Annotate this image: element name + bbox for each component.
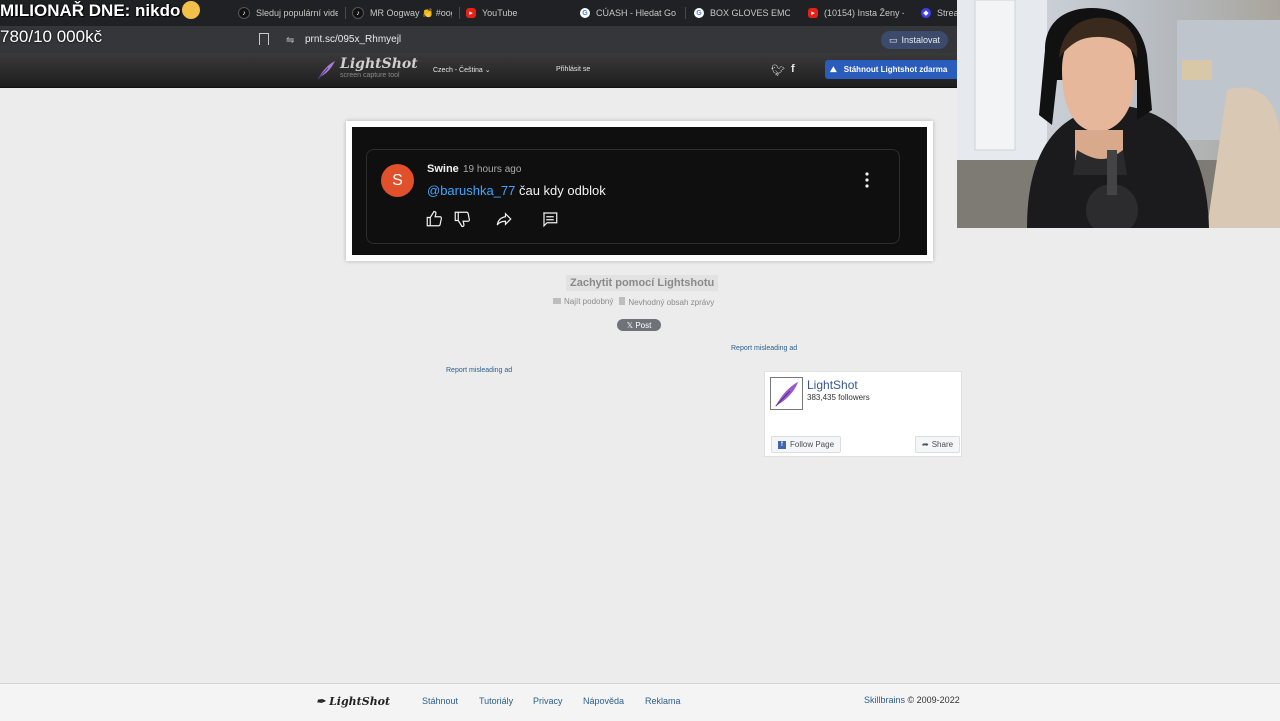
relieved-emoji-icon — [182, 1, 201, 19]
follow-page-button[interactable]: f Follow Page — [771, 436, 842, 453]
tab-tiktok-popular[interactable]: ♪ Sleduj populární videa — [238, 0, 338, 26]
youtube-icon: ▸ — [808, 8, 818, 18]
comment-time: 19 hours ago — [463, 164, 522, 175]
screenshot-image: S Swine 19 hours ago @barushka_77 čau kd… — [352, 127, 927, 255]
fb-page-name[interactable]: LightShot — [807, 378, 858, 392]
image-actions: Najít podobný Nevhodný obsah zprávy — [553, 297, 714, 307]
monitor-icon: ▭ — [888, 34, 898, 45]
comment-body: čau kdy odblok — [515, 183, 606, 198]
x-icon: 𝕏 — [626, 320, 636, 330]
tab-label: CÚASH - Hledat Googlem — [596, 8, 676, 18]
feather-icon — [317, 61, 335, 80]
reply-icon — [543, 212, 558, 228]
tiktok-icon: ♪ — [352, 7, 364, 19]
skillbrains-link[interactable]: Skillbrains — [864, 695, 905, 705]
tab-divider — [345, 7, 346, 19]
logo-name: LightShot — [340, 56, 418, 72]
share-label: Share — [931, 440, 954, 449]
tab-label: YouTube — [482, 8, 518, 18]
share-arrow-icon: ➦ — [922, 440, 929, 449]
comment-actions — [425, 210, 559, 228]
avatar: S — [381, 164, 414, 197]
comment-mention: @barushka_77 — [427, 183, 516, 198]
kebab-menu-icon — [865, 172, 869, 188]
tab-stream[interactable]: ◆ Stream — [921, 0, 957, 26]
tab-divider — [685, 7, 686, 19]
footer-link-tutorials[interactable]: Tutoriály — [479, 696, 513, 706]
tab-youtube[interactable]: ▸ YouTube — [466, 0, 566, 26]
lightshot-logo[interactable]: LightShot screen capture tool — [316, 56, 418, 82]
twitch-icon: ◆ — [921, 8, 931, 18]
tab-label: Sleduj populární videa — [256, 8, 338, 18]
screenshot-frame: S Swine 19 hours ago @barushka_77 čau kd… — [346, 121, 933, 261]
twitter-icon[interactable]: 🐦︎ — [771, 64, 785, 77]
google-icon: G — [694, 8, 704, 18]
report-content-label: Nevhodný obsah zprávy — [628, 298, 715, 307]
follow-label: Follow Page — [790, 440, 835, 449]
site-info-icon[interactable]: ⇋ — [286, 35, 294, 46]
youtube-comment: S Swine 19 hours ago @barushka_77 čau kd… — [366, 149, 900, 244]
install-button[interactable]: ▭ Instalovat — [881, 31, 948, 49]
x-post-button[interactable]: 𝕏 Post — [617, 319, 661, 331]
footer-logo[interactable]: ✒ LightShot — [316, 695, 390, 708]
tiktok-icon: ♪ — [238, 7, 250, 19]
footer-copyright: Skillbrains © 2009-2022 — [864, 695, 960, 705]
comment-text: @barushka_77 čau kdy odblok — [427, 183, 606, 198]
chevron-down-icon: ⌄ — [484, 67, 491, 74]
facebook-page-widget: LightShot 383,435 followers f Follow Pag… — [764, 371, 962, 457]
tab-divider — [459, 7, 460, 19]
tab-tiktok-oogway[interactable]: ♪ MR Oogway 👏 #oogway — [352, 0, 452, 26]
webcam-feed — [957, 0, 1280, 228]
facebook-icon: f — [778, 440, 786, 449]
post-label: Post — [635, 320, 652, 330]
tab-google-cuash[interactable]: G CÚASH - Hledat Googlem — [580, 0, 676, 26]
download-label: Stáhnout Lightshot zdarma — [843, 65, 948, 74]
footer-logo-text: LightShot — [329, 695, 391, 708]
captured-with-lightshot[interactable]: Zachytit pomocí Lightshotu — [566, 275, 719, 291]
camera-icon — [553, 298, 561, 304]
install-label: Instalovat — [901, 35, 941, 45]
language-label: Czech - Čeština — [433, 67, 483, 74]
google-icon: G — [580, 8, 590, 18]
trash-icon — [619, 297, 626, 305]
copyright-text: © 2009-2022 — [907, 695, 960, 705]
tab-google-gloves[interactable]: G BOX GLOVES EMOJI - Hledat — [694, 0, 790, 26]
overlay-title-text: MILIONAŘ DNE: nikdo — [0, 1, 181, 20]
login-link[interactable]: Přihlásit se — [556, 66, 590, 73]
thumbs-down-icon — [454, 211, 470, 228]
tab-label: Stream — [937, 8, 957, 18]
address-bar — [0, 26, 957, 53]
footer-link-advertising[interactable]: Reklama — [645, 696, 681, 706]
download-icon: ⛰ — [830, 64, 837, 74]
lightshot-page-thumbnail[interactable] — [770, 377, 803, 410]
tab-youtube-insta[interactable]: ▸ (10154) Insta Ženy - YouTube — [808, 0, 904, 26]
footer-link-help[interactable]: Nápověda — [583, 696, 624, 706]
share-icon — [496, 212, 512, 226]
report-content-link[interactable]: Nevhodný obsah zprávy — [619, 297, 714, 307]
report-misleading-ad-link[interactable]: Report misleading ad — [731, 345, 797, 352]
tab-label: (10154) Insta Ženy - YouTube — [824, 8, 904, 18]
youtube-icon: ▸ — [466, 8, 476, 18]
webcam-image — [957, 0, 1280, 228]
comment-author: Swine — [427, 163, 459, 175]
footer-link-download[interactable]: Stáhnout — [422, 696, 458, 706]
footer-link-privacy[interactable]: Privacy — [533, 696, 563, 706]
find-similar-link[interactable]: Najít podobný — [553, 297, 613, 307]
thumbs-up-icon — [426, 210, 442, 227]
language-select[interactable]: Czech - Čeština ⌄ — [433, 66, 491, 74]
bookmark-icon[interactable] — [259, 33, 269, 45]
url-field[interactable]: prnt.sc/095x_Rhmyejl — [305, 34, 401, 45]
stream-overlay-price: 780/10 000kč — [0, 27, 103, 46]
stream-overlay-title: MILIONAŘ DNE: nikdo — [0, 0, 201, 22]
tab-label: BOX GLOVES EMOJI - Hledat — [710, 8, 790, 18]
footer — [0, 683, 1280, 721]
tab-label: MR Oogway 👏 #oogway — [370, 7, 452, 18]
fb-followers-count: 383,435 followers — [807, 393, 870, 402]
find-similar-label: Najít podobný — [564, 297, 614, 306]
facebook-icon[interactable]: f — [791, 63, 795, 75]
share-button[interactable]: ➦ Share — [915, 436, 961, 453]
download-button[interactable]: ⛰ Stáhnout Lightshot zdarma — [825, 60, 957, 79]
report-misleading-ad-link[interactable]: Report misleading ad — [446, 367, 512, 374]
feather-icon: ✒ — [316, 695, 326, 708]
